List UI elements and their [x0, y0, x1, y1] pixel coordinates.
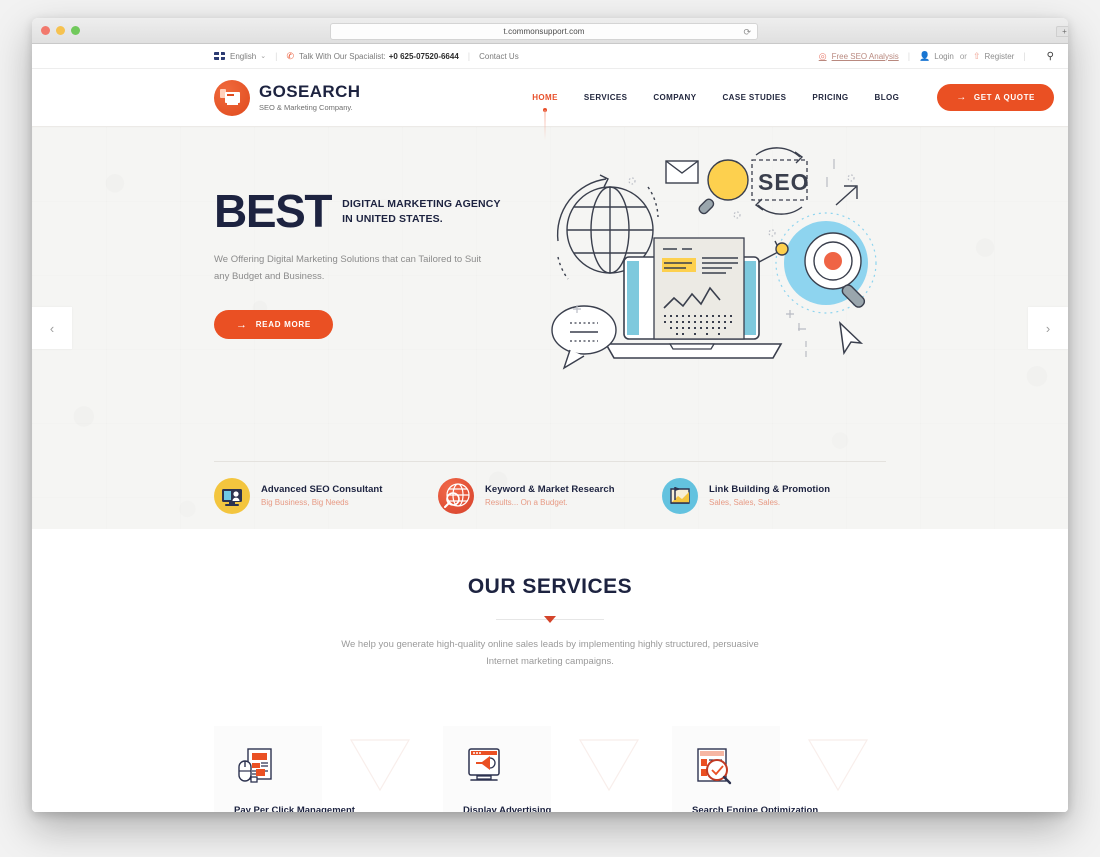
svg-text:SEO: SEO	[758, 169, 810, 195]
read-more-label: READ MORE	[255, 320, 311, 330]
service-card[interactable]: Display Advertising Explain to you how a…	[443, 726, 656, 812]
phone-icon: ✆	[286, 50, 295, 61]
minimize-window-button[interactable]	[56, 26, 65, 35]
logo-subtitle: SEO & Marketing Company.	[259, 103, 353, 113]
browser-window: t.commonsupport.com ⟳ + English ⌄ | ✆ Ta…	[32, 18, 1068, 812]
document-magnifier-icon	[692, 745, 732, 785]
site-header: GOSEARCH SEO & Marketing Company. HOME S…	[32, 69, 1068, 126]
language-selector[interactable]: English ⌄	[214, 52, 266, 61]
feature-title: Link Building & Promotion	[709, 484, 831, 495]
mouse-document-icon	[234, 745, 274, 785]
logo-mark-icon	[214, 79, 250, 116]
service-card[interactable]: Pay Per Click Management Explain to you …	[214, 726, 427, 812]
hero-feature-strip: Advanced SEO Consultant Big Business, Bi…	[214, 461, 886, 529]
maximize-window-button[interactable]	[71, 26, 80, 35]
url-text: t.commonsupport.com	[503, 27, 585, 36]
chevron-down-icon: ⌄	[260, 53, 267, 60]
feature-title: Advanced SEO Consultant	[261, 484, 383, 495]
feature-item[interactable]: Advanced SEO Consultant Big Business, Bi…	[214, 477, 438, 514]
divider: |	[467, 51, 471, 61]
address-bar[interactable]: t.commonsupport.com ⟳	[330, 23, 758, 40]
hero-big-word: BEST	[214, 185, 332, 237]
search-icon[interactable]: ⚲	[1047, 51, 1054, 62]
divider: |	[275, 51, 278, 61]
window-controls[interactable]	[41, 26, 80, 35]
monitor-megaphone-icon	[463, 745, 503, 785]
divider: |	[907, 51, 911, 61]
background-triangle-icon	[578, 739, 640, 792]
utility-topbar: English ⌄ | ✆ Talk With Our Spacialist: …	[32, 44, 1068, 69]
free-seo-analysis-link[interactable]: ◎ Free SEO Analysis	[819, 51, 899, 62]
login-link[interactable]: 👤 Login	[919, 51, 954, 62]
register-link[interactable]: ⇧ Register	[973, 51, 1014, 62]
globe-magnifier-icon	[438, 477, 474, 514]
medal-icon: ◎	[818, 50, 827, 61]
nav-item-case-studies[interactable]: CASE STUDIES	[722, 93, 786, 102]
logo-title: GOSEARCH	[259, 82, 361, 102]
page-viewport: English ⌄ | ✆ Talk With Our Spacialist: …	[32, 44, 1068, 812]
carousel-prev-button[interactable]: ‹	[32, 307, 72, 349]
hero-description: We Offering Digital Marketing Solutions …	[214, 254, 482, 282]
phone-number: +0 625-07520-6644	[388, 51, 459, 61]
user-icon: 👤	[919, 50, 931, 61]
feature-subtitle: Sales, Sales, Sales.	[709, 498, 781, 507]
topbar-right-group: ◎ Free SEO Analysis | 👤 Login or ⇧ Regis…	[819, 51, 1054, 62]
feature-subtitle: Results... On a Budget.	[485, 498, 568, 507]
read-more-button[interactable]: → READ MORE	[214, 310, 333, 340]
or-label: or	[959, 51, 967, 61]
topbar-left-group: English ⌄ | ✆ Talk With Our Spacialist: …	[214, 51, 519, 62]
feature-item[interactable]: Link Building & Promotion Sales, Sales, …	[662, 477, 886, 514]
hero-carousel: ‹ › BEST DIGITAL MARKETING AGENCY IN UNI…	[32, 126, 1068, 529]
divider: |	[1023, 51, 1026, 61]
feature-item[interactable]: Keyword & Market Research Results... On …	[438, 477, 662, 514]
hero-illustration: SEO	[544, 145, 884, 380]
arrow-right-icon: →	[236, 318, 248, 331]
section-divider	[496, 616, 604, 623]
arrow-right-icon: →	[956, 92, 967, 103]
feature-title: Keyword & Market Research	[485, 484, 615, 495]
nav-item-blog[interactable]: BLOG	[875, 93, 900, 102]
monitor-people-icon	[214, 477, 250, 514]
contact-us-link[interactable]: Contact Us	[479, 52, 519, 61]
register-label: Register	[984, 51, 1015, 61]
carousel-next-button[interactable]: ›	[1028, 307, 1068, 349]
service-card-title: Pay Per Click Management	[234, 805, 355, 812]
chart-flag-icon	[662, 477, 698, 514]
get-a-quote-button[interactable]: → GET A QUOTE	[937, 84, 1054, 111]
feature-subtitle: Big Business, Big Needs	[261, 498, 349, 507]
hero-subtitle: DIGITAL MARKETING AGENCY IN UNITED STATE…	[342, 198, 501, 226]
phone-label: Talk With Our Spacialist:	[299, 51, 386, 61]
phone-info[interactable]: ✆ Talk With Our Spacialist: +0 625-07520…	[286, 51, 458, 62]
background-triangle-icon	[349, 739, 411, 792]
close-window-button[interactable]	[41, 26, 50, 35]
background-triangle-icon	[807, 739, 869, 792]
services-section: OUR SERVICES We help you generate high-q…	[32, 529, 1068, 812]
language-label: English	[230, 51, 257, 61]
new-tab-button[interactable]: +	[1056, 26, 1068, 37]
nav-item-pricing[interactable]: PRICING	[812, 93, 848, 102]
uk-flag-icon	[214, 52, 225, 60]
quote-button-label: GET A QUOTE	[973, 93, 1035, 102]
services-heading: OUR SERVICES	[467, 575, 633, 598]
reload-icon[interactable]: ⟳	[743, 27, 751, 38]
active-nav-dot	[543, 108, 548, 112]
browser-chrome-bar: t.commonsupport.com ⟳ +	[32, 18, 1068, 44]
service-card-title: Display Advertising	[463, 805, 552, 812]
logo[interactable]: GOSEARCH SEO & Marketing Company.	[214, 79, 361, 116]
upload-icon: ⇧	[972, 50, 981, 61]
login-label: Login	[934, 51, 954, 61]
nav-item-company[interactable]: COMPANY	[653, 93, 696, 102]
main-navigation: HOME SERVICES COMPANY CASE STUDIES PRICI…	[532, 84, 1054, 112]
nav-item-home[interactable]: HOME	[532, 93, 558, 112]
service-cards: Pay Per Click Management Explain to you …	[214, 726, 886, 812]
service-card[interactable]: Search Engine Optimization Explain to yo…	[672, 726, 885, 812]
service-card-title: Search Engine Optimization	[692, 805, 819, 812]
triangle-down-icon	[544, 616, 556, 623]
free-seo-label: Free SEO Analysis	[831, 51, 899, 61]
nav-item-services[interactable]: SERVICES	[584, 93, 628, 102]
services-description: We help you generate high-quality online…	[341, 639, 759, 667]
hero-copy: BEST DIGITAL MARKETING AGENCY IN UNITED …	[214, 185, 514, 340]
